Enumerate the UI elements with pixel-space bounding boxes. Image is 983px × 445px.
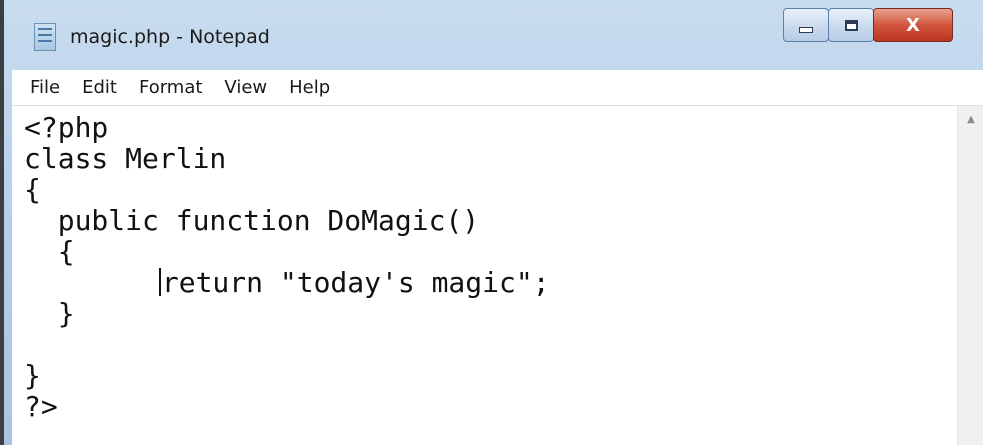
text-editor-area[interactable]: <?php class Merlin{ public function DoMag… bbox=[12, 106, 957, 445]
maximize-button[interactable] bbox=[828, 8, 874, 42]
maximize-icon bbox=[844, 19, 858, 31]
code-line-6-with-caret: return "today's magic"; bbox=[24, 267, 550, 298]
code-line-4: public function DoMagic() bbox=[24, 204, 480, 237]
caption-buttons: X bbox=[783, 8, 953, 42]
code-line-1: <?php bbox=[24, 111, 109, 144]
code-line-2: class Merlin bbox=[24, 142, 227, 175]
title-bar[interactable]: magic.php - Notepad X bbox=[4, 0, 983, 70]
code-line-7: } bbox=[24, 297, 75, 330]
code-line-6-text: return "today's magic"; bbox=[161, 266, 550, 299]
code-line-9: } bbox=[24, 359, 41, 392]
menu-file[interactable]: File bbox=[12, 77, 71, 98]
code-text[interactable]: <?php class Merlin{ public function DoMag… bbox=[24, 112, 550, 422]
code-line-10: ?> bbox=[24, 390, 58, 423]
notepad-window: magic.php - Notepad X File Edit Format V… bbox=[0, 0, 983, 445]
minimize-icon bbox=[799, 27, 813, 33]
menu-edit[interactable]: Edit bbox=[71, 77, 128, 98]
caret-indent bbox=[24, 266, 159, 299]
scroll-up-arrow-icon[interactable]: ▲ bbox=[958, 106, 983, 132]
menu-view[interactable]: View bbox=[213, 77, 278, 98]
close-icon: X bbox=[906, 14, 920, 36]
code-line-5: { bbox=[24, 235, 75, 268]
menu-bar: File Edit Format View Help bbox=[12, 70, 983, 106]
text-caret bbox=[158, 268, 161, 296]
window-title: magic.php - Notepad bbox=[70, 26, 270, 48]
menu-help[interactable]: Help bbox=[278, 77, 341, 98]
menu-format[interactable]: Format bbox=[128, 77, 213, 98]
minimize-button[interactable] bbox=[783, 8, 829, 42]
notepad-app-icon[interactable] bbox=[34, 23, 56, 51]
vertical-scrollbar[interactable]: ▲ bbox=[957, 106, 983, 445]
code-line-3: { bbox=[24, 173, 41, 206]
close-button[interactable]: X bbox=[873, 8, 953, 42]
